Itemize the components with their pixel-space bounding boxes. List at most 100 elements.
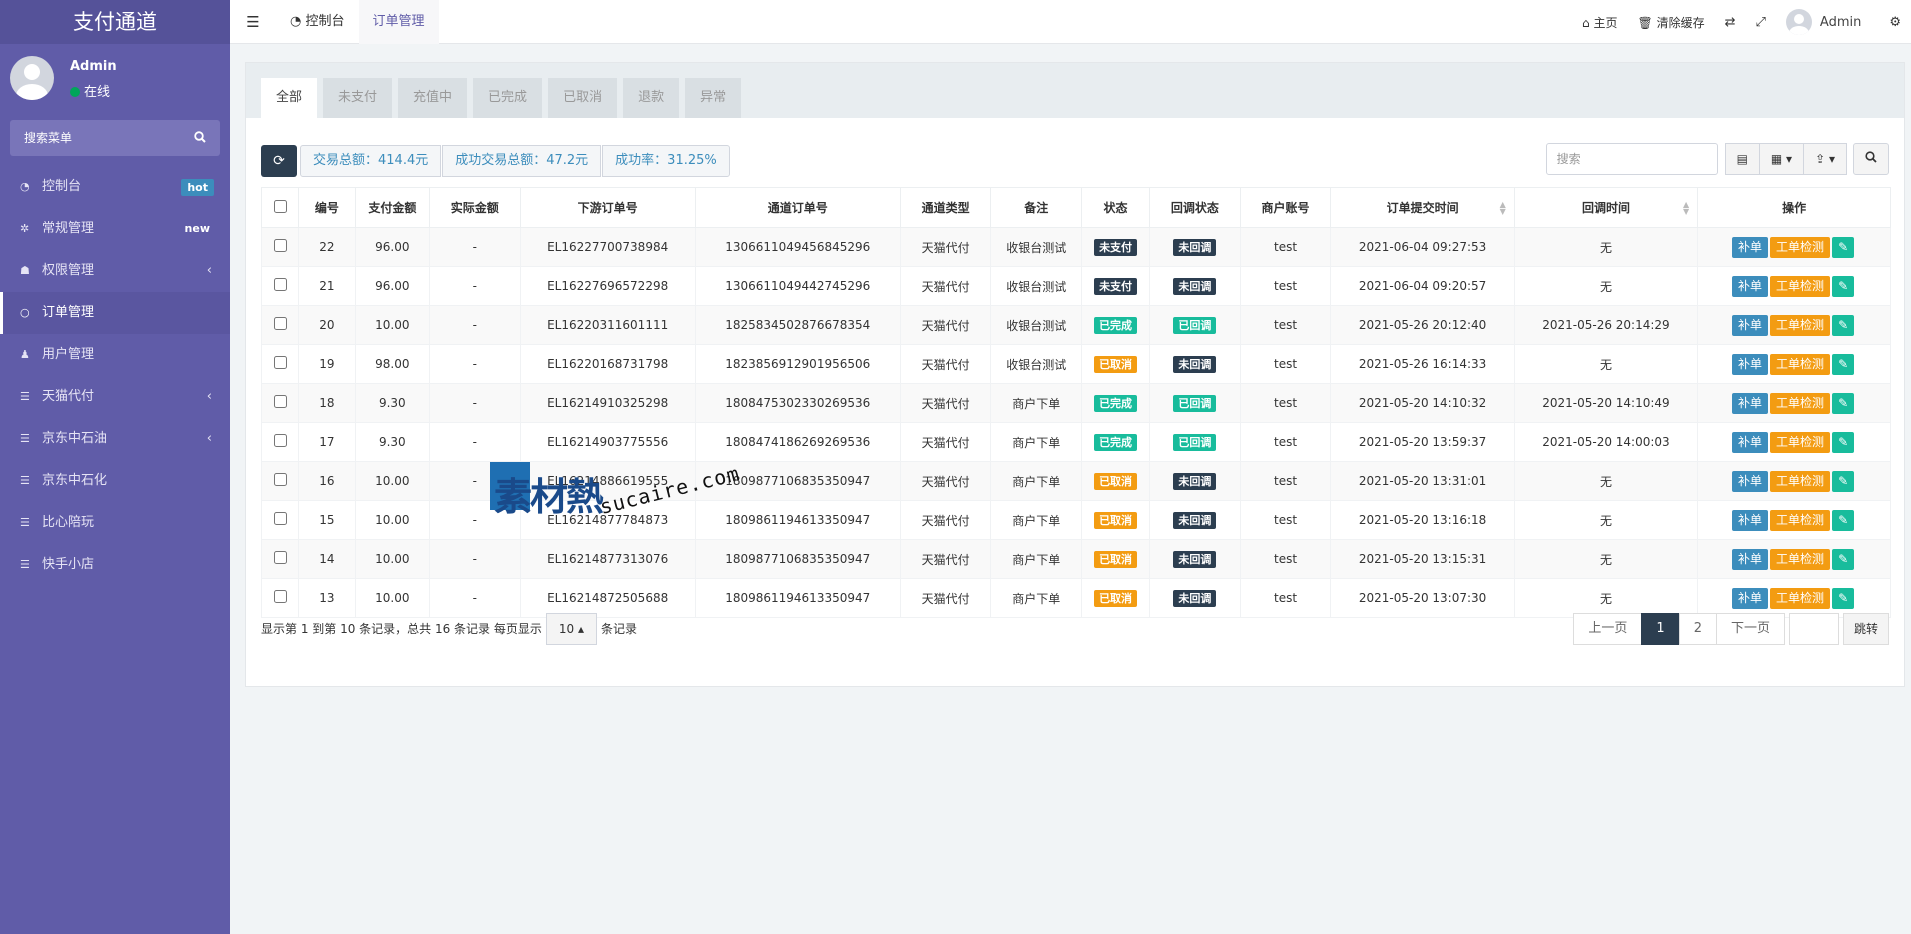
supplement-button[interactable]: 补单 <box>1732 548 1769 570</box>
table-search-input[interactable] <box>1545 143 1718 175</box>
page-1-button[interactable]: 1 <box>1641 613 1680 645</box>
translate-icon[interactable]: ⇄ <box>1715 15 1746 30</box>
row-checkbox[interactable] <box>273 317 287 330</box>
topbar-user[interactable]: Admin <box>1776 9 1879 35</box>
tab-dashboard[interactable]: ◔ 控制台 <box>276 0 359 44</box>
edit-button[interactable]: ✎ <box>1832 548 1855 570</box>
check-order-button[interactable]: 工单检测 <box>1770 236 1831 258</box>
row-checkbox[interactable] <box>273 551 287 564</box>
sidebar-item-8[interactable]: ☰ 比心陪玩 <box>0 502 230 544</box>
sidebar-item-2[interactable]: ☗ 权限管理 ‹ <box>0 250 230 292</box>
supplement-button[interactable]: 补单 <box>1732 392 1769 414</box>
clear-cache-link[interactable]: 🗑 清除缓存 <box>1628 14 1715 31</box>
edit-button[interactable]: ✎ <box>1832 353 1855 375</box>
menu-toggle-icon[interactable]: ☰ <box>230 13 276 31</box>
cell-channel: 1808475302330269536 <box>694 383 901 423</box>
status-tab-2[interactable]: 充值中 <box>398 78 468 118</box>
brand-title[interactable]: 支付通道 <box>0 0 230 44</box>
row-checkbox[interactable] <box>273 239 287 252</box>
cell-merchant: test <box>1239 422 1332 462</box>
check-order-button[interactable]: 工单检测 <box>1770 275 1831 297</box>
sidebar-item-3[interactable]: ○ 订单管理 <box>0 292 230 334</box>
cell-submit: 2021-05-26 16:14:33 <box>1330 344 1515 384</box>
row-checkbox[interactable] <box>273 434 287 447</box>
sidebar-item-5[interactable]: ☰ 天猫代付 ‹ <box>0 376 230 418</box>
edit-button[interactable]: ✎ <box>1832 275 1855 297</box>
columns-button[interactable]: ▦ ▾ <box>1758 143 1805 175</box>
status-tab-3[interactable]: 已完成 <box>473 78 543 118</box>
status-tab-0[interactable]: 全部 <box>261 78 318 118</box>
edit-button[interactable]: ✎ <box>1832 587 1855 609</box>
page-size-select[interactable]: 10 ▴ <box>545 613 598 645</box>
check-order-button[interactable]: 工单检测 <box>1770 470 1831 492</box>
supplement-button[interactable]: 补单 <box>1732 431 1769 453</box>
supplement-button[interactable]: 补单 <box>1732 470 1769 492</box>
sidebar-item-0[interactable]: ◔ 控制台 hot <box>0 166 230 208</box>
cell-type: 天猫代付 <box>899 422 992 462</box>
check-order-button[interactable]: 工单检测 <box>1770 314 1831 336</box>
row-checkbox[interactable] <box>273 395 287 408</box>
search-button[interactable] <box>1853 143 1889 175</box>
watermark-en: sucaire.com <box>597 461 743 519</box>
table-row: 22 96.00- EL16227700738984 1306611049456845… <box>260 227 1891 267</box>
status-tab-6[interactable]: 异常 <box>685 78 742 118</box>
check-order-button[interactable]: 工单检测 <box>1770 392 1831 414</box>
sidebar-search-input[interactable] <box>10 120 220 156</box>
cell-type: 天猫代付 <box>899 383 992 423</box>
status-tab-1[interactable]: 未支付 <box>323 78 393 118</box>
edit-button[interactable]: ✎ <box>1832 392 1855 414</box>
status-tab-4[interactable]: 已取消 <box>548 78 618 118</box>
row-checkbox[interactable] <box>273 278 287 291</box>
edit-button[interactable]: ✎ <box>1832 314 1855 336</box>
edit-button[interactable]: ✎ <box>1832 236 1855 258</box>
home-link[interactable]: ⌂ 主页 <box>1572 14 1627 31</box>
sidebar-item-9[interactable]: ☰ 快手小店 <box>0 544 230 586</box>
toggle-view-button[interactable]: ▤ <box>1724 143 1760 175</box>
supplement-button[interactable]: 补单 <box>1732 587 1769 609</box>
tab-orders[interactable]: 订单管理 <box>358 0 439 44</box>
cell-submit: 2021-05-26 20:12:40 <box>1330 305 1515 345</box>
row-checkbox[interactable] <box>273 590 287 603</box>
gear-icon[interactable]: ⚙ <box>1879 15 1911 30</box>
check-order-button[interactable]: 工单检测 <box>1770 353 1831 375</box>
sidebar-item-1[interactable]: ✲ 常规管理 new <box>0 208 230 250</box>
cell-cbtime: 2021-05-20 14:00:03 <box>1513 422 1699 462</box>
page-2-button[interactable]: 2 <box>1678 613 1717 645</box>
column-header-9: 商户账号 <box>1239 187 1332 228</box>
pagination-info: 显示第 1 到第 10 条记录，总共 16 条记录 每页显示 10 ▴ 条记录 <box>261 613 637 645</box>
edit-button[interactable]: ✎ <box>1832 431 1855 453</box>
sidebar-item-7[interactable]: ☰ 京东中石化 <box>0 460 230 502</box>
sidebar-item-6[interactable]: ☰ 京东中石油 ‹ <box>0 418 230 460</box>
check-order-button[interactable]: 工单检测 <box>1770 509 1831 531</box>
pagination-info-prefix: 显示第 1 到第 10 条记录，总共 16 条记录 每页显示 <box>261 622 542 636</box>
prev-page-button[interactable]: 上一页 <box>1573 613 1643 645</box>
check-order-button[interactable]: 工单检测 <box>1770 587 1831 609</box>
supplement-button[interactable]: 补单 <box>1732 509 1769 531</box>
export-button[interactable]: ⇪ ▾ <box>1803 143 1847 175</box>
check-order-button[interactable]: 工单检测 <box>1770 548 1831 570</box>
edit-button[interactable]: ✎ <box>1832 470 1855 492</box>
supplement-button[interactable]: 补单 <box>1732 236 1769 258</box>
edit-button[interactable]: ✎ <box>1832 509 1855 531</box>
jump-button[interactable]: 跳转 <box>1842 613 1889 645</box>
column-header-10[interactable]: 订单提交时间 ▲ ▼ <box>1330 187 1515 228</box>
status-tab-5[interactable]: 退款 <box>623 78 680 118</box>
row-checkbox[interactable] <box>273 512 287 525</box>
fullscreen-icon[interactable]: ⤢ <box>1746 15 1776 30</box>
check-order-button[interactable]: 工单检测 <box>1770 431 1831 453</box>
row-checkbox[interactable] <box>273 356 287 369</box>
next-page-button[interactable]: 下一页 <box>1715 613 1785 645</box>
sidebar-item-4[interactable]: ♟ 用户管理 <box>0 334 230 376</box>
supplement-button[interactable]: 补单 <box>1732 275 1769 297</box>
jump-page-input[interactable] <box>1788 613 1839 645</box>
refresh-button[interactable]: ⟳ <box>261 145 297 177</box>
callback-badge: 未回调 <box>1173 589 1217 607</box>
circle-icon: ○ <box>20 306 30 319</box>
search-icon[interactable] <box>194 131 206 147</box>
select-all-checkbox[interactable] <box>273 199 287 213</box>
column-header-11[interactable]: 回调时间 ▲ ▼ <box>1513 187 1699 228</box>
supplement-button[interactable]: 补单 <box>1732 353 1769 375</box>
supplement-button[interactable]: 补单 <box>1732 314 1769 336</box>
sidebar-item-label: 天猫代付 <box>42 389 95 404</box>
row-checkbox[interactable] <box>273 473 287 486</box>
